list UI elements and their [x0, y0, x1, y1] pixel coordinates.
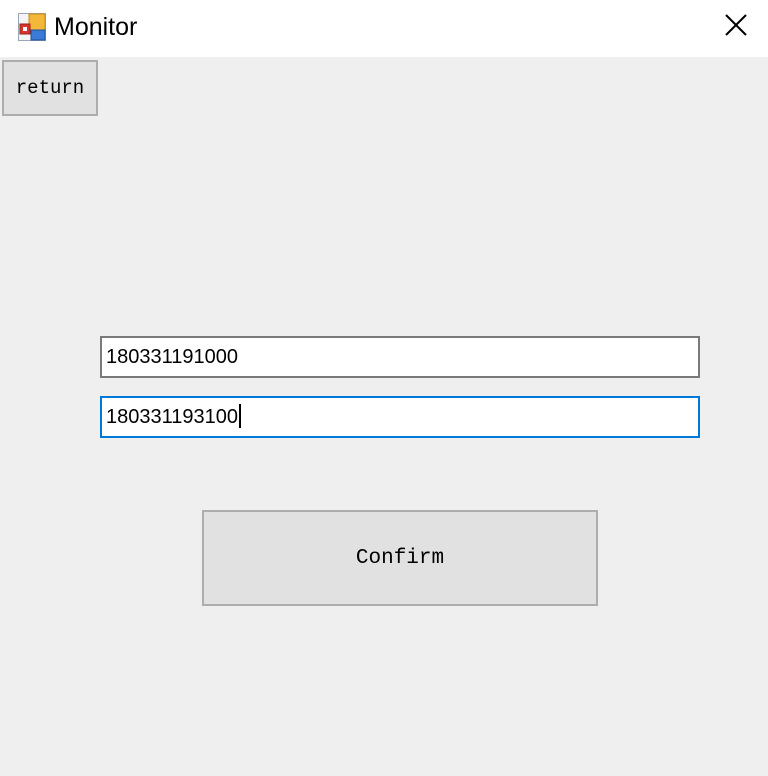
- confirm-button[interactable]: Confirm: [202, 510, 598, 606]
- close-icon: [724, 13, 748, 42]
- title-bar: Monitor: [0, 0, 768, 57]
- close-button[interactable]: [704, 0, 768, 54]
- text-caret: [239, 404, 241, 429]
- window-title: Monitor: [54, 13, 138, 41]
- start-time-value: 180331191000: [106, 346, 238, 368]
- start-time-input[interactable]: 180331191000: [100, 336, 700, 378]
- app-window-icon: [18, 13, 46, 41]
- end-time-input[interactable]: 180331193100: [100, 396, 700, 438]
- end-time-value: 180331193100: [106, 406, 238, 428]
- return-button[interactable]: return: [2, 60, 98, 116]
